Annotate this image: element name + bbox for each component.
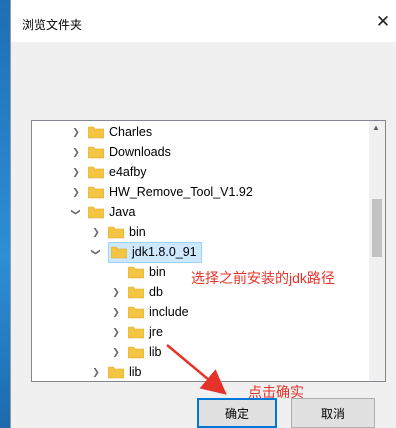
folder-icon [88, 206, 104, 218]
tree-item-label: e4afby [109, 165, 147, 179]
chevron-right-icon[interactable]: ❯ [90, 222, 102, 242]
chevron-right-icon[interactable]: ❯ [70, 162, 82, 182]
folder-icon [128, 286, 144, 298]
tree-item-label: HW_Remove_Tool_V1.92 [109, 185, 253, 199]
tree-item-hw-remove-tool[interactable]: ❯ HW_Remove_Tool_V1.92 [70, 182, 253, 202]
tree-item-java-lib[interactable]: ❯ lib [90, 362, 142, 381]
tree-item-label: Java [109, 205, 136, 219]
tree-item-label: db [149, 285, 163, 299]
tree-item-label: bin [149, 265, 166, 279]
folder-icon [128, 346, 144, 358]
close-button[interactable]: ✕ [369, 8, 396, 36]
tree-item-java[interactable]: ❯ Java [70, 202, 136, 222]
folder-icon [108, 226, 124, 238]
tree-item-label: lib [129, 365, 142, 379]
chevron-right-icon[interactable]: ❯ [70, 122, 82, 142]
vertical-scrollbar[interactable]: ▲ [369, 121, 385, 381]
chevron-right-icon[interactable]: ❯ [70, 142, 82, 162]
chevron-right-icon[interactable]: ❯ [70, 182, 82, 202]
cancel-button[interactable]: 取消 [291, 398, 375, 428]
folder-icon [88, 186, 104, 198]
tree-item-charles[interactable]: ❯ Charles [70, 122, 152, 142]
folder-icon [88, 166, 104, 178]
annotation-select-jdk: 选择之前安装的jdk路径 [191, 270, 335, 286]
tree-item-jdk-bin[interactable]: bin [110, 262, 166, 282]
tree-item-jdk-include[interactable]: ❯ include [110, 302, 189, 322]
desktop-background [0, 0, 10, 428]
scroll-up-icon[interactable]: ▲ [372, 123, 380, 132]
folder-icon [128, 326, 144, 338]
chevron-right-icon[interactable]: ❯ [110, 322, 122, 342]
folder-icon [128, 306, 144, 318]
tree-item-label: jre [149, 325, 163, 339]
scrollbar-thumb[interactable] [372, 199, 382, 257]
folder-icon [108, 366, 124, 378]
tree-item-jdk-lib[interactable]: ❯ lib [110, 342, 162, 362]
chevron-down-icon[interactable]: ❯ [86, 246, 106, 258]
folder-open-icon [111, 246, 127, 258]
tree-item-jdk[interactable]: ❯ jdk1.8.0_91 [90, 241, 202, 263]
title-bar: 浏览文件夹 ✕ [11, 0, 396, 42]
selected-item-highlight[interactable]: jdk1.8.0_91 [108, 241, 202, 263]
tree-item-label: include [149, 305, 189, 319]
tree-item-jdk-jre[interactable]: ❯ jre [110, 322, 163, 342]
tree-item-label: lib [149, 345, 162, 359]
folder-icon [128, 266, 144, 278]
chevron-right-icon[interactable]: ❯ [90, 362, 102, 381]
close-icon: ✕ [375, 12, 391, 31]
chevron-placeholder [110, 262, 122, 282]
tree-item-e4afby[interactable]: ❯ e4afby [70, 162, 147, 182]
dialog-title: 浏览文件夹 [22, 18, 83, 32]
ok-button[interactable]: 确定 [197, 398, 277, 428]
chevron-down-icon[interactable]: ❯ [66, 206, 86, 218]
folder-icon [88, 126, 104, 138]
tree-item-java-bin[interactable]: ❯ bin [90, 222, 146, 242]
folder-tree[interactable]: ❯ Charles ❯ Downloads ❯ e4afby ❯ HW_Remo… [31, 120, 386, 382]
tree-item-label: jdk1.8.0_91 [132, 245, 197, 259]
tree-item-jdk-db[interactable]: ❯ db [110, 282, 163, 302]
tree-item-label: bin [129, 225, 146, 239]
folder-icon [88, 146, 104, 158]
tree-item-downloads[interactable]: ❯ Downloads [70, 142, 171, 162]
chevron-right-icon[interactable]: ❯ [110, 282, 122, 302]
chevron-right-icon[interactable]: ❯ [110, 302, 122, 322]
browse-folder-dialog: 浏览文件夹 ✕ ❯ Charles ❯ Downloads ❯ e4afby ❯… [10, 0, 396, 428]
tree-item-label: Charles [109, 125, 153, 139]
tree-item-label: Downloads [109, 145, 171, 159]
chevron-right-icon[interactable]: ❯ [110, 342, 122, 362]
